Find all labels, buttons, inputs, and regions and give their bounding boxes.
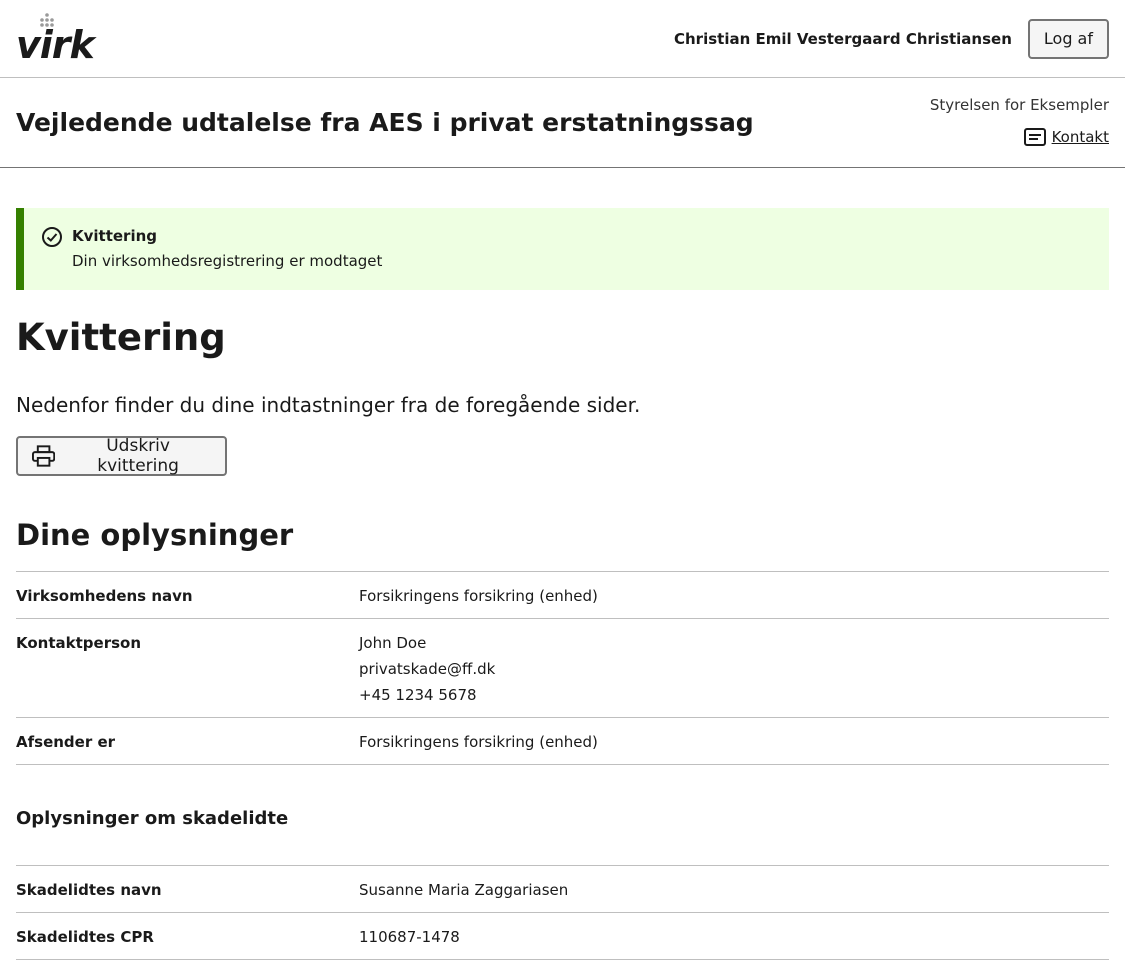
row-value: John Doe privatskade@ff.dk +45 1234 5678 xyxy=(359,618,1109,718)
table-row: Virksomhedens navn Forsikringens forsikr… xyxy=(16,571,1109,619)
print-receipt-label: Udskriv kvittering xyxy=(97,436,179,476)
virk-logo[interactable]: virk xyxy=(16,12,96,67)
contact-link[interactable]: Kontakt xyxy=(1023,128,1109,146)
success-alert: Kvittering Din virksomhedsregistrering e… xyxy=(16,208,1109,290)
alert-text: Din virksomhedsregistrering er modtaget xyxy=(72,252,383,270)
contact-card-icon xyxy=(1023,128,1046,146)
table-row: Kontaktperson John Doe privatskade@ff.dk… xyxy=(16,618,1109,718)
contact-name: John Doe xyxy=(359,634,427,652)
logo-text: virk xyxy=(16,22,95,67)
site-header: virk Christian Emil Vestergaard Christia… xyxy=(0,0,1125,78)
logout-button[interactable]: Log af xyxy=(1027,18,1109,59)
table-row: Afsender er Forsikringens forsikring (en… xyxy=(16,717,1109,765)
main-content: Kvittering Din virksomhedsregistrering e… xyxy=(0,208,1125,960)
row-value: 110687-1478 xyxy=(359,912,1109,960)
row-value: Forsikringens forsikring (enhed) xyxy=(359,571,1109,619)
injured-party-table: Skadelidtes navn Susanne Maria Zaggarias… xyxy=(16,865,1109,960)
printer-icon xyxy=(32,445,56,467)
contact-phone: +45 1234 5678 xyxy=(359,686,477,704)
authority-name: Styrelsen for Eksempler xyxy=(929,96,1109,114)
row-key: Virksomhedens navn xyxy=(16,571,359,619)
row-value: Susanne Maria Zaggariasen xyxy=(359,865,1109,913)
section-title-your-info: Dine oplysninger xyxy=(16,518,294,552)
table-row: Skadelidtes navn Susanne Maria Zaggarias… xyxy=(16,865,1109,913)
table-row: Skadelidtes CPR 110687-1478 xyxy=(16,912,1109,960)
row-key: Skadelidtes navn xyxy=(16,865,359,913)
contact-link-label[interactable]: Kontakt xyxy=(1052,128,1109,146)
service-title: Vejledende udtalelse fra AES i privat er… xyxy=(16,108,754,137)
row-key: Skadelidtes CPR xyxy=(16,912,359,960)
user-name: Christian Emil Vestergaard Christiansen xyxy=(674,29,1012,48)
service-header: Vejledende udtalelse fra AES i privat er… xyxy=(0,78,1125,168)
section-title-injured-party: Oplysninger om skadelidte xyxy=(16,808,289,829)
alert-title: Kvittering xyxy=(72,227,158,245)
page-title: Kvittering xyxy=(16,316,226,359)
row-value: Forsikringens forsikring (enhed) xyxy=(359,717,1109,765)
row-key: Kontaktperson xyxy=(16,618,359,718)
check-circle-icon xyxy=(42,227,62,247)
lead-text: Nedenfor finder du dine indtastninger fr… xyxy=(16,393,641,417)
contact-email: privatskade@ff.dk xyxy=(359,660,496,678)
print-receipt-button[interactable]: Udskriv kvittering xyxy=(16,436,227,476)
row-key: Afsender er xyxy=(16,717,359,765)
user-area: Christian Emil Vestergaard Christiansen … xyxy=(674,18,1109,59)
your-info-table: Virksomhedens navn Forsikringens forsikr… xyxy=(16,571,1109,765)
